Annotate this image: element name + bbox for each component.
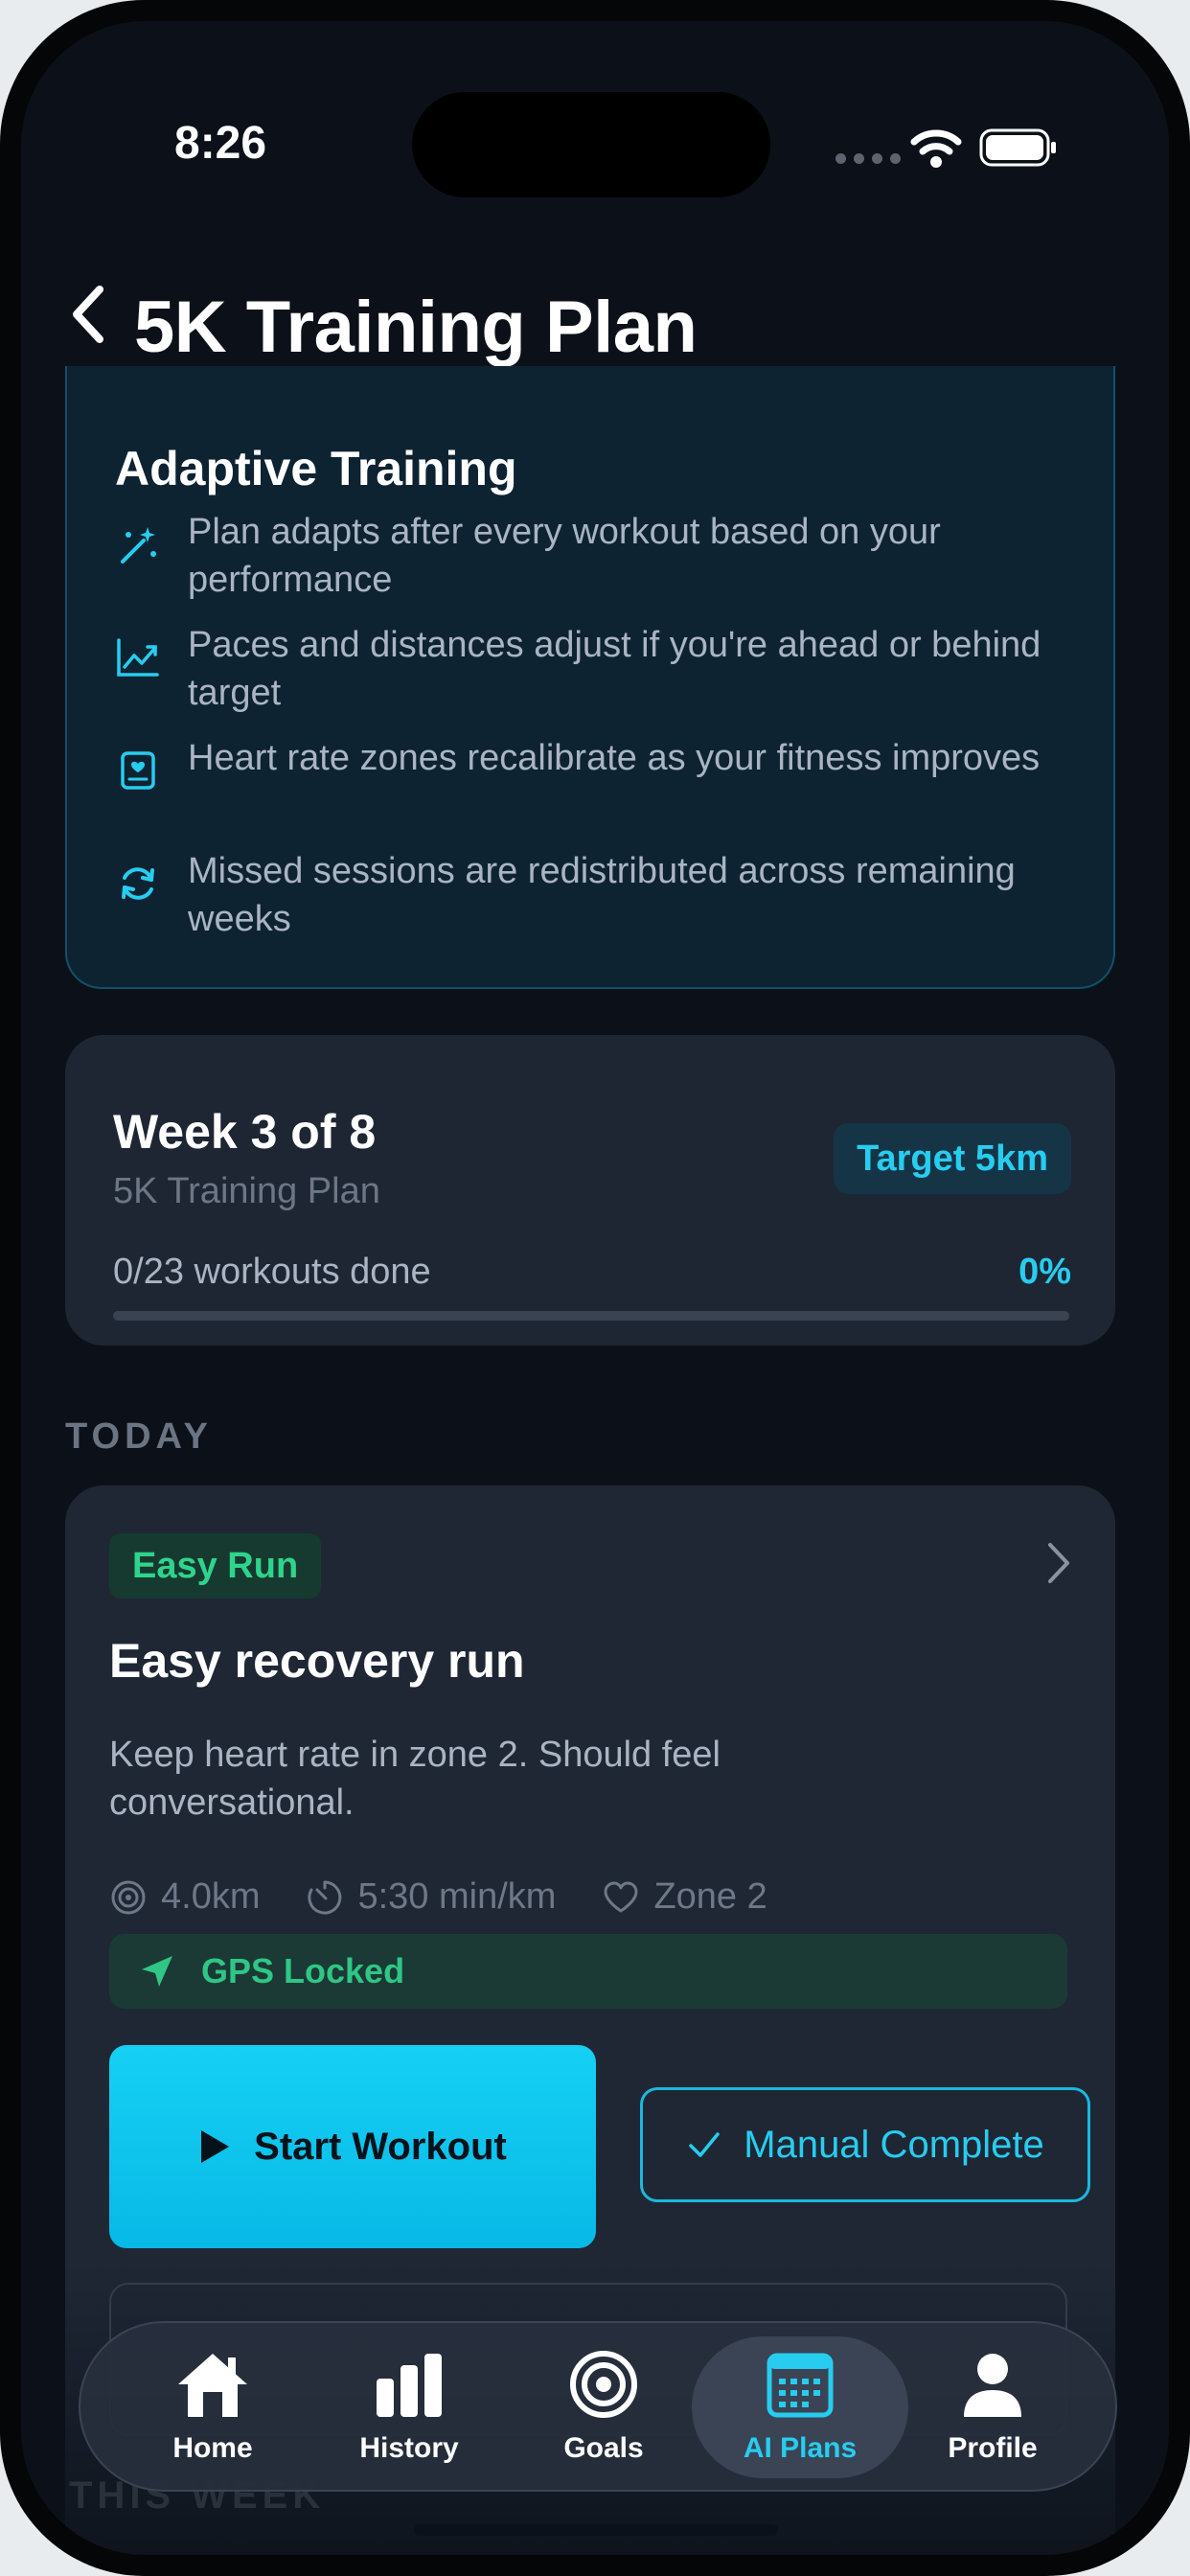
timer-icon [308,1880,342,1914]
person-icon [964,2354,1021,2417]
feature-row: Paces and distances adjust if you're ahe… [115,621,1108,717]
location-arrow-icon [142,1956,172,1987]
start-workout-label: Start Workout [254,2125,507,2168]
adaptive-training-card: Adaptive Training Plan adapts after ever… [65,366,1115,989]
progress-percent: 0% [1018,1252,1071,1292]
distance-value: 4.0km [161,1876,261,1917]
phone-frame: 8:26 5K Training Plan Adaptive Training [0,0,1190,2576]
manual-complete-button[interactable]: Manual Complete [640,2087,1090,2202]
play-icon [201,2130,230,2163]
tab-label: History [359,2432,459,2464]
heart-icon [604,1881,638,1912]
start-workout-button[interactable]: Start Workout [109,2045,596,2248]
calendar-icon [767,2353,834,2418]
chevron-right-icon[interactable] [1044,1539,1073,1587]
tab-goals[interactable]: Goals [508,2336,699,2478]
target-badge: Target 5km [834,1123,1071,1194]
app-screen: 8:26 5K Training Plan Adaptive Training [21,21,1169,2555]
tab-profile[interactable]: Profile [897,2336,1088,2478]
zone-stat: Zone 2 [602,1876,767,1918]
feature-row: Missed sessions are redistributed across… [115,847,1108,943]
feature-row: Plan adapts after every workout based on… [115,508,1108,604]
progress-bar [113,1311,1069,1321]
tab-label: Profile [948,2432,1038,2464]
tab-history[interactable]: History [313,2336,505,2478]
battery-icon [979,128,1056,167]
checkmark-icon [689,2132,720,2157]
tab-label: AI Plans [743,2432,858,2464]
workout-type-badge: Easy Run [109,1533,322,1598]
distance-stat: 4.0km [109,1876,260,1918]
refresh-icon [122,867,154,900]
workout-description: Keep heart rate in zone 2. Should feel c… [109,1735,721,1823]
sparkles-icon [121,527,156,564]
target-distance-icon [111,1880,146,1914]
workout-stats: 4.0km 5:30 min/km Zone 2 [109,1876,813,1918]
today-section-label: TODAY [65,1416,213,1457]
feature-text: Plan adapts after every workout based on… [188,512,941,600]
week-title: Week 3 of 8 [113,1105,377,1159]
home-icon [178,2354,247,2417]
tab-ai-plans[interactable]: AI Plans [692,2336,908,2478]
feature-text: Heart rate zones recalibrate as your fit… [188,738,1041,778]
heart-monitor-icon [121,751,155,790]
feature-row: Heart rate zones recalibrate as your fit… [115,734,1108,794]
week-progress-card[interactable]: Week 3 of 8 5K Training Plan Target 5km … [65,1035,1115,1346]
progress-text: 0/23 workouts done [113,1252,431,1292]
bar-chart-icon [377,2354,442,2417]
home-indicator [414,2524,778,2536]
manual-complete-label: Manual Complete [744,2123,1044,2166]
feature-text: Missed sessions are redistributed across… [188,851,1016,939]
gps-status-bar: GPS Locked [109,1934,1067,2009]
dynamic-island [412,92,770,197]
pace-stat: 5:30 min/km [306,1876,556,1918]
wifi-icon [910,129,962,168]
feature-text: Paces and distances adjust if you're ahe… [188,625,1041,713]
status-time: 8:26 [174,118,267,169]
cellular-signal-icon [835,153,901,164]
week-subtitle: 5K Training Plan [113,1171,380,1211]
back-chevron-icon[interactable] [61,280,115,349]
trend-chart-icon [117,638,159,677]
workout-title: Easy recovery run [109,1634,525,1688]
zone-value: Zone 2 [653,1876,767,1917]
gps-status-label: GPS Locked [201,1951,405,1990]
adaptive-title: Adaptive Training [115,442,517,495]
tab-label: Goals [563,2432,644,2464]
target-icon [570,2351,637,2418]
pace-value: 5:30 min/km [357,1876,557,1917]
tab-bar: Home History Goals AI Plans Profile [79,2321,1117,2492]
tab-home[interactable]: Home [117,2336,309,2478]
tab-label: Home [172,2432,253,2464]
page-title: 5K Training Plan [134,287,698,368]
